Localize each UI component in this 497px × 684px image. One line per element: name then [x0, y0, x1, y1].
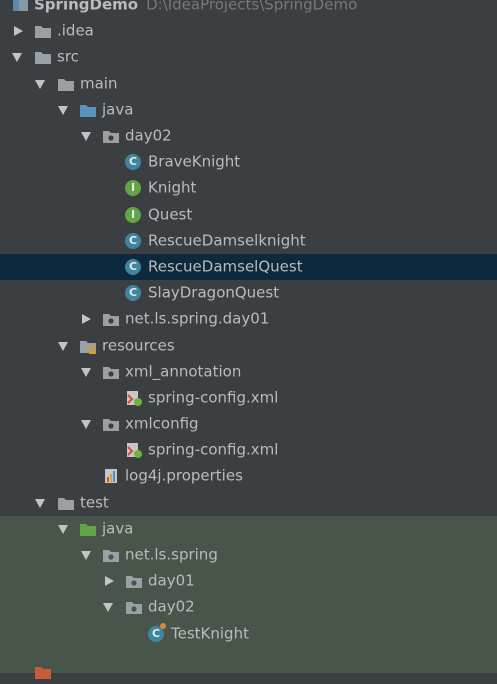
- tree-row-log4j-properties[interactable]: log4j.properties: [0, 463, 497, 489]
- tree-label: resources: [102, 336, 175, 355]
- folder-icon: [34, 23, 52, 39]
- expanded-arrow-icon[interactable]: [103, 603, 113, 613]
- tree-row-net-ls-spring[interactable]: net.ls.spring: [0, 541, 497, 569]
- tree-row-test-java[interactable]: java: [0, 515, 497, 542]
- tree-label: day01: [148, 571, 195, 590]
- tree-label: SlayDragonQuest: [148, 283, 280, 302]
- expanded-arrow-icon[interactable]: [81, 551, 91, 561]
- tree-label: main: [80, 74, 118, 93]
- expanded-arrow-icon[interactable]: [58, 105, 68, 115]
- tree-row-testknight[interactable]: C TestKnight: [0, 620, 497, 647]
- tree-row-knight[interactable]: I Knight: [0, 175, 497, 201]
- tree-label: day02: [125, 126, 172, 145]
- package-icon: [102, 128, 120, 144]
- tree-label: BraveKnight: [148, 152, 241, 171]
- spring-xml-icon: [125, 390, 143, 406]
- tree-row-xmlconfig[interactable]: xmlconfig: [0, 411, 497, 437]
- tree-row-idea[interactable]: .idea: [0, 18, 497, 44]
- expanded-arrow-icon[interactable]: [58, 524, 68, 534]
- collapsed-arrow-icon[interactable]: [105, 576, 114, 587]
- tree-label: java: [102, 100, 134, 119]
- tree-label: net.ls.spring: [125, 545, 218, 564]
- class-icon: C: [125, 285, 141, 302]
- tree-row-slaydragonquest[interactable]: C SlayDragonQuest: [0, 280, 497, 306]
- class-icon: C: [125, 258, 141, 275]
- folder-icon: [34, 49, 52, 65]
- package-icon: [125, 573, 143, 589]
- resources-folder-icon: [79, 338, 97, 354]
- tree-row-main[interactable]: main: [0, 71, 497, 97]
- tree-row-spring-config-annotation[interactable]: spring-config.xml: [0, 385, 497, 411]
- interface-icon: I: [125, 206, 141, 223]
- tree-label: TestKnight: [171, 624, 249, 643]
- tree-row-main-java[interactable]: java: [0, 97, 497, 123]
- tree-row-rescuedamselknight[interactable]: C RescueDamselknight: [0, 228, 497, 254]
- tree-label: src: [57, 48, 79, 67]
- folder-icon: [57, 76, 75, 92]
- tree-label: RescueDamselQuest: [148, 257, 303, 276]
- tree-label: xmlconfig: [125, 414, 199, 433]
- expanded-arrow-icon[interactable]: [58, 341, 68, 351]
- class-icon: C: [125, 154, 141, 171]
- project-tree: SpringDemo D:\IdeaProjects\SpringDemo .id…: [0, 0, 497, 679]
- package-icon: [125, 599, 143, 615]
- tree-row-project-root[interactable]: SpringDemo D:\IdeaProjects\SpringDemo: [0, 0, 497, 18]
- tree-row-spring-config-xmlconfig[interactable]: spring-config.xml: [0, 437, 497, 463]
- tree-row-braveknight[interactable]: C BraveKnight: [0, 149, 497, 175]
- test-class-icon: C: [148, 622, 166, 642]
- tree-label: test: [80, 493, 109, 512]
- project-path: D:\IdeaProjects\SpringDemo: [146, 0, 358, 14]
- project-folder-icon: [12, 0, 30, 13]
- tree-row-partial[interactable]: [0, 646, 497, 679]
- package-icon: [102, 364, 120, 380]
- spring-xml-icon: [125, 442, 143, 459]
- tree-label: spring-config.xml: [148, 388, 279, 407]
- tree-label: Quest: [148, 205, 193, 224]
- tree-label: day02: [148, 598, 195, 617]
- tree-row-test-day02[interactable]: day02: [0, 594, 497, 621]
- expanded-arrow-icon[interactable]: [12, 53, 22, 63]
- properties-file-icon: [102, 468, 120, 484]
- tree-label: xml_annotation: [125, 362, 242, 381]
- expanded-arrow-icon[interactable]: [35, 498, 45, 508]
- expanded-arrow-icon[interactable]: [81, 367, 91, 377]
- tree-row-src[interactable]: src: [0, 44, 497, 70]
- package-icon: [102, 311, 120, 327]
- expanded-arrow-icon[interactable]: [81, 132, 91, 142]
- package-icon: [102, 416, 120, 432]
- tree-label: Knight: [148, 179, 197, 198]
- package-icon: [102, 547, 120, 563]
- folder-icon: [34, 664, 52, 680]
- source-folder-icon: [79, 102, 97, 118]
- tree-row-resources[interactable]: resources: [0, 332, 497, 358]
- tree-label: RescueDamselknight: [148, 231, 306, 250]
- class-icon: C: [125, 232, 141, 249]
- tree-label: java: [102, 519, 134, 538]
- project-name: SpringDemo D:\IdeaProjects\SpringDemo: [34, 0, 357, 14]
- interface-icon: I: [125, 180, 141, 197]
- tree-row-rescuedamselquest-selected[interactable]: C RescueDamselQuest: [0, 253, 497, 281]
- test-source-folder-icon: [79, 521, 97, 537]
- tree-label: spring-config.xml: [148, 440, 279, 459]
- tree-row-net-ls-spring-day01[interactable]: net.ls.spring.day01: [0, 306, 497, 332]
- tree-row-xml-annotation[interactable]: xml_annotation: [0, 359, 497, 385]
- expanded-arrow-icon[interactable]: [81, 420, 91, 430]
- tree-row-test-day01[interactable]: day01: [0, 568, 497, 595]
- tree-row-quest[interactable]: I Quest: [0, 202, 497, 228]
- tree-label: net.ls.spring.day01: [125, 309, 270, 328]
- expanded-arrow-icon[interactable]: [35, 79, 45, 89]
- tree-label: log4j.properties: [125, 467, 243, 486]
- collapsed-arrow-icon[interactable]: [14, 26, 23, 37]
- collapsed-arrow-icon[interactable]: [82, 314, 91, 325]
- tree-row-test[interactable]: test: [0, 490, 497, 516]
- folder-icon: [57, 495, 75, 511]
- tree-row-day02[interactable]: day02: [0, 123, 497, 149]
- tree-label: .idea: [57, 21, 94, 40]
